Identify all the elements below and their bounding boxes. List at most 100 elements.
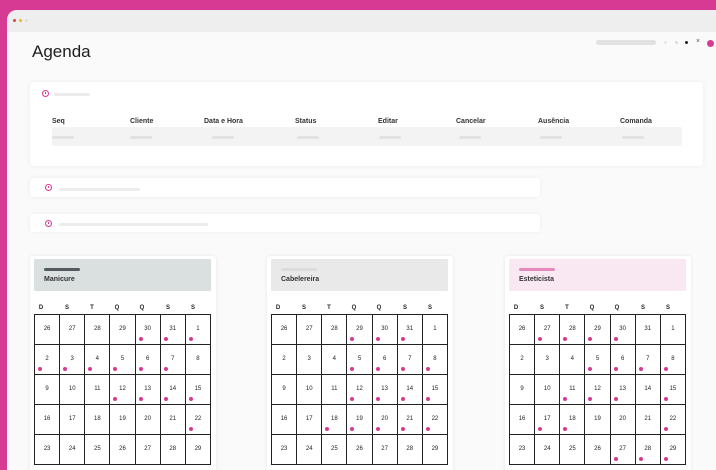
calendar-day[interactable]: 3 bbox=[60, 345, 86, 375]
calendar-day[interactable]: 1 bbox=[185, 315, 211, 345]
calendar-day[interactable]: 23 bbox=[510, 435, 536, 465]
calendar-day[interactable]: 9 bbox=[272, 375, 298, 405]
calendar-day[interactable]: 25 bbox=[322, 435, 348, 465]
calendar-day[interactable]: 17 bbox=[297, 405, 323, 435]
calendar-day[interactable]: 27 bbox=[610, 435, 636, 465]
calendar-day[interactable]: 8 bbox=[185, 345, 211, 375]
calendar-day[interactable]: 19 bbox=[347, 405, 373, 435]
maximize-window-icon[interactable] bbox=[25, 19, 28, 22]
close-icon[interactable]: × bbox=[696, 38, 700, 46]
calendar-day[interactable]: 1 bbox=[660, 315, 686, 345]
calendar-day[interactable]: 4 bbox=[85, 345, 111, 375]
calendar-day[interactable]: 17 bbox=[535, 405, 561, 435]
calendar-day[interactable]: 30 bbox=[372, 315, 398, 345]
calendar-day[interactable]: 6 bbox=[372, 345, 398, 375]
calendar-day[interactable]: 2 bbox=[272, 345, 298, 375]
calendar-day[interactable]: 18 bbox=[322, 405, 348, 435]
calendar-day[interactable]: 7 bbox=[397, 345, 423, 375]
settings-icon[interactable] bbox=[685, 41, 688, 44]
calendar-day[interactable]: 28 bbox=[635, 435, 661, 465]
column-header[interactable]: Editar bbox=[378, 118, 398, 125]
calendar-day[interactable]: 15 bbox=[185, 375, 211, 405]
calendar-day[interactable]: 19 bbox=[110, 405, 136, 435]
calendar-day[interactable]: 23 bbox=[272, 435, 298, 465]
calendar-day[interactable]: 12 bbox=[347, 375, 373, 405]
calendar-day[interactable]: 31 bbox=[160, 315, 186, 345]
calendar-day[interactable]: 25 bbox=[85, 435, 111, 465]
avatar[interactable] bbox=[707, 40, 714, 47]
calendar-day[interactable]: 26 bbox=[110, 435, 136, 465]
calendar-day[interactable]: 17 bbox=[60, 405, 86, 435]
calendar-day[interactable]: 21 bbox=[635, 405, 661, 435]
column-header[interactable]: Cancelar bbox=[456, 118, 486, 125]
calendar-day[interactable]: 20 bbox=[135, 405, 161, 435]
calendar-day[interactable]: 28 bbox=[322, 315, 348, 345]
calendar-day[interactable]: 4 bbox=[560, 345, 586, 375]
calendar-day[interactable]: 20 bbox=[610, 405, 636, 435]
calendar-day[interactable]: 9 bbox=[35, 375, 61, 405]
calendar-day[interactable]: 20 bbox=[372, 405, 398, 435]
calendar-day[interactable]: 29 bbox=[110, 315, 136, 345]
calendar-day[interactable]: 26 bbox=[510, 315, 536, 345]
calendar-day[interactable]: 21 bbox=[397, 405, 423, 435]
calendar-day[interactable]: 26 bbox=[347, 435, 373, 465]
calendar-day[interactable]: 2 bbox=[510, 345, 536, 375]
calendar-day[interactable]: 2 bbox=[35, 345, 61, 375]
calendar-day[interactable]: 26 bbox=[272, 315, 298, 345]
calendar-day[interactable]: 27 bbox=[535, 315, 561, 345]
calendar-day[interactable]: 24 bbox=[297, 435, 323, 465]
calendar-day[interactable]: 11 bbox=[560, 375, 586, 405]
column-header[interactable]: Comanda bbox=[620, 118, 652, 125]
calendar-day[interactable]: 30 bbox=[610, 315, 636, 345]
calendar-day[interactable]: 13 bbox=[610, 375, 636, 405]
calendar-day[interactable]: 10 bbox=[60, 375, 86, 405]
calendar-day[interactable]: 15 bbox=[660, 375, 686, 405]
calendar-day[interactable]: 29 bbox=[660, 435, 686, 465]
calendar-day[interactable]: 26 bbox=[585, 435, 611, 465]
calendar-day[interactable]: 29 bbox=[585, 315, 611, 345]
calendar-day[interactable]: 27 bbox=[297, 315, 323, 345]
column-header[interactable]: Seq bbox=[52, 118, 65, 125]
calendar-day[interactable]: 5 bbox=[110, 345, 136, 375]
calendar-day[interactable]: 8 bbox=[660, 345, 686, 375]
calendar-day[interactable]: 28 bbox=[397, 435, 423, 465]
calendar-day[interactable]: 13 bbox=[372, 375, 398, 405]
calendar-day[interactable]: 31 bbox=[397, 315, 423, 345]
calendar-day[interactable]: 24 bbox=[535, 435, 561, 465]
calendar-day[interactable]: 22 bbox=[185, 405, 211, 435]
menu-dot-icon[interactable] bbox=[675, 41, 678, 44]
calendar-day[interactable]: 26 bbox=[35, 315, 61, 345]
calendar-day[interactable]: 30 bbox=[135, 315, 161, 345]
calendar-day[interactable]: 31 bbox=[635, 315, 661, 345]
calendar-day[interactable]: 29 bbox=[185, 435, 211, 465]
calendar-day[interactable]: 7 bbox=[635, 345, 661, 375]
calendar-day[interactable]: 10 bbox=[535, 375, 561, 405]
menu-dot-icon[interactable] bbox=[664, 41, 667, 44]
calendar-day[interactable]: 24 bbox=[60, 435, 86, 465]
minimize-window-icon[interactable] bbox=[19, 19, 22, 22]
calendar-day[interactable]: 10 bbox=[297, 375, 323, 405]
calendar-day[interactable]: 5 bbox=[347, 345, 373, 375]
calendar-day[interactable]: 8 bbox=[422, 345, 448, 375]
calendar-day[interactable]: 6 bbox=[610, 345, 636, 375]
calendar-day[interactable]: 22 bbox=[422, 405, 448, 435]
calendar-day[interactable]: 11 bbox=[85, 375, 111, 405]
calendar-day[interactable]: 9 bbox=[510, 375, 536, 405]
calendar-day[interactable]: 29 bbox=[422, 435, 448, 465]
calendar-day[interactable]: 27 bbox=[372, 435, 398, 465]
calendar-day[interactable]: 25 bbox=[560, 435, 586, 465]
calendar-day[interactable]: 12 bbox=[585, 375, 611, 405]
calendar-day[interactable]: 13 bbox=[135, 375, 161, 405]
calendar-day[interactable]: 5 bbox=[585, 345, 611, 375]
column-header[interactable]: Data e Hora bbox=[204, 118, 243, 125]
column-header[interactable]: Ausência bbox=[538, 118, 569, 125]
calendar-day[interactable]: 16 bbox=[35, 405, 61, 435]
calendar-day[interactable]: 4 bbox=[322, 345, 348, 375]
calendar-day[interactable]: 14 bbox=[635, 375, 661, 405]
calendar-day[interactable]: 18 bbox=[560, 405, 586, 435]
calendar-day[interactable]: 6 bbox=[135, 345, 161, 375]
calendar-day[interactable]: 3 bbox=[535, 345, 561, 375]
calendar-day[interactable]: 7 bbox=[160, 345, 186, 375]
calendar-day[interactable]: 14 bbox=[397, 375, 423, 405]
calendar-day[interactable]: 16 bbox=[272, 405, 298, 435]
